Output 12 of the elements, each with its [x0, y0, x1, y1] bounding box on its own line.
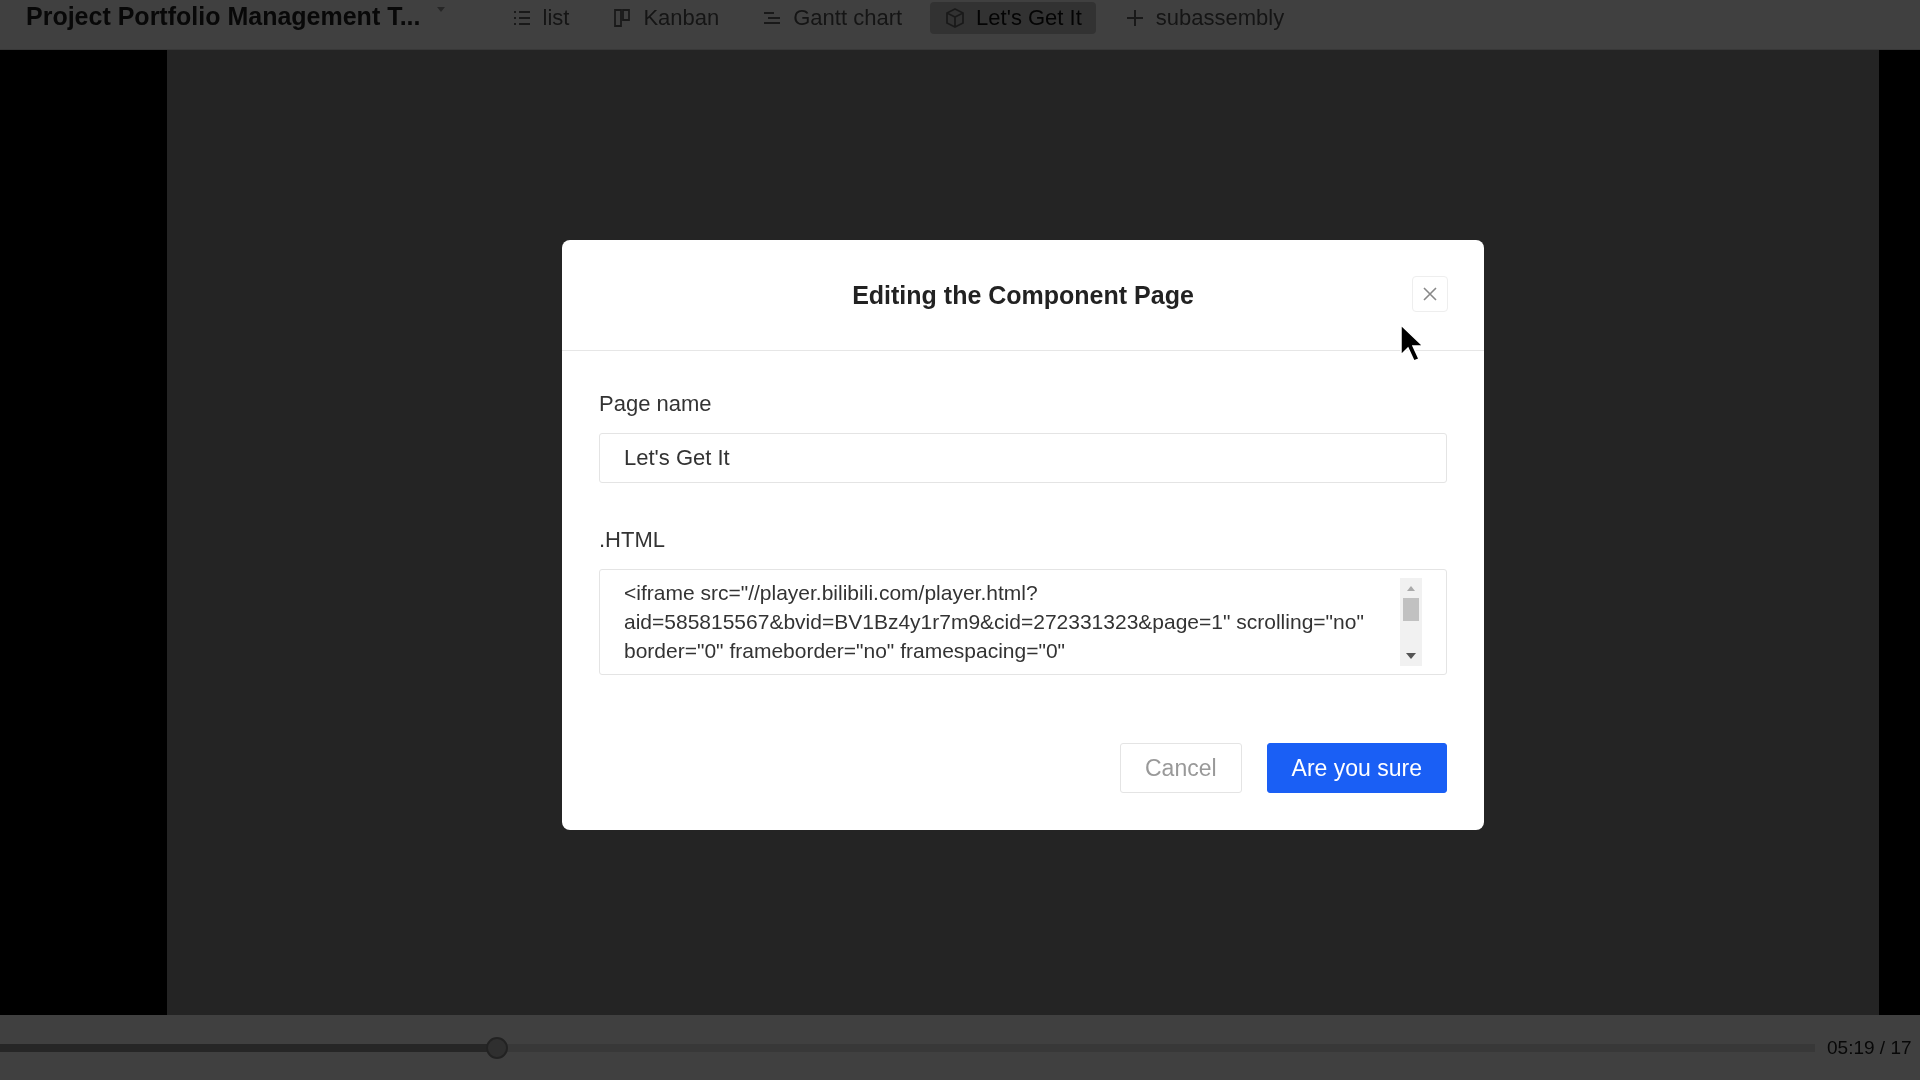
page-name-field[interactable]: Let's Get It [599, 433, 1447, 483]
dialog-title: Editing the Component Page [852, 280, 1194, 310]
close-icon [1422, 286, 1438, 302]
project-title[interactable]: Project Portfolio Management T... [26, 2, 421, 31]
close-button[interactable] [1412, 276, 1448, 312]
field-label: Page name [599, 391, 713, 417]
confirm-button[interactable]: Are you sure [1266, 743, 1447, 793]
scrollbar[interactable] [1400, 578, 1422, 666]
html-field[interactable]: <iframe src="//player.bilibili.com/player.html?aid=585815567&bvid=BV1Bz4y1r7m9&cid=272331323&page=1" scrolling="no" border="0" frameborder="no" framespacing="0" [599, 569, 1447, 675]
cancel-button[interactable]: Cancel [1120, 743, 1242, 793]
playback-time: 05:19 / 17 [1827, 1036, 1912, 1059]
field-label: .HTML [599, 527, 666, 553]
